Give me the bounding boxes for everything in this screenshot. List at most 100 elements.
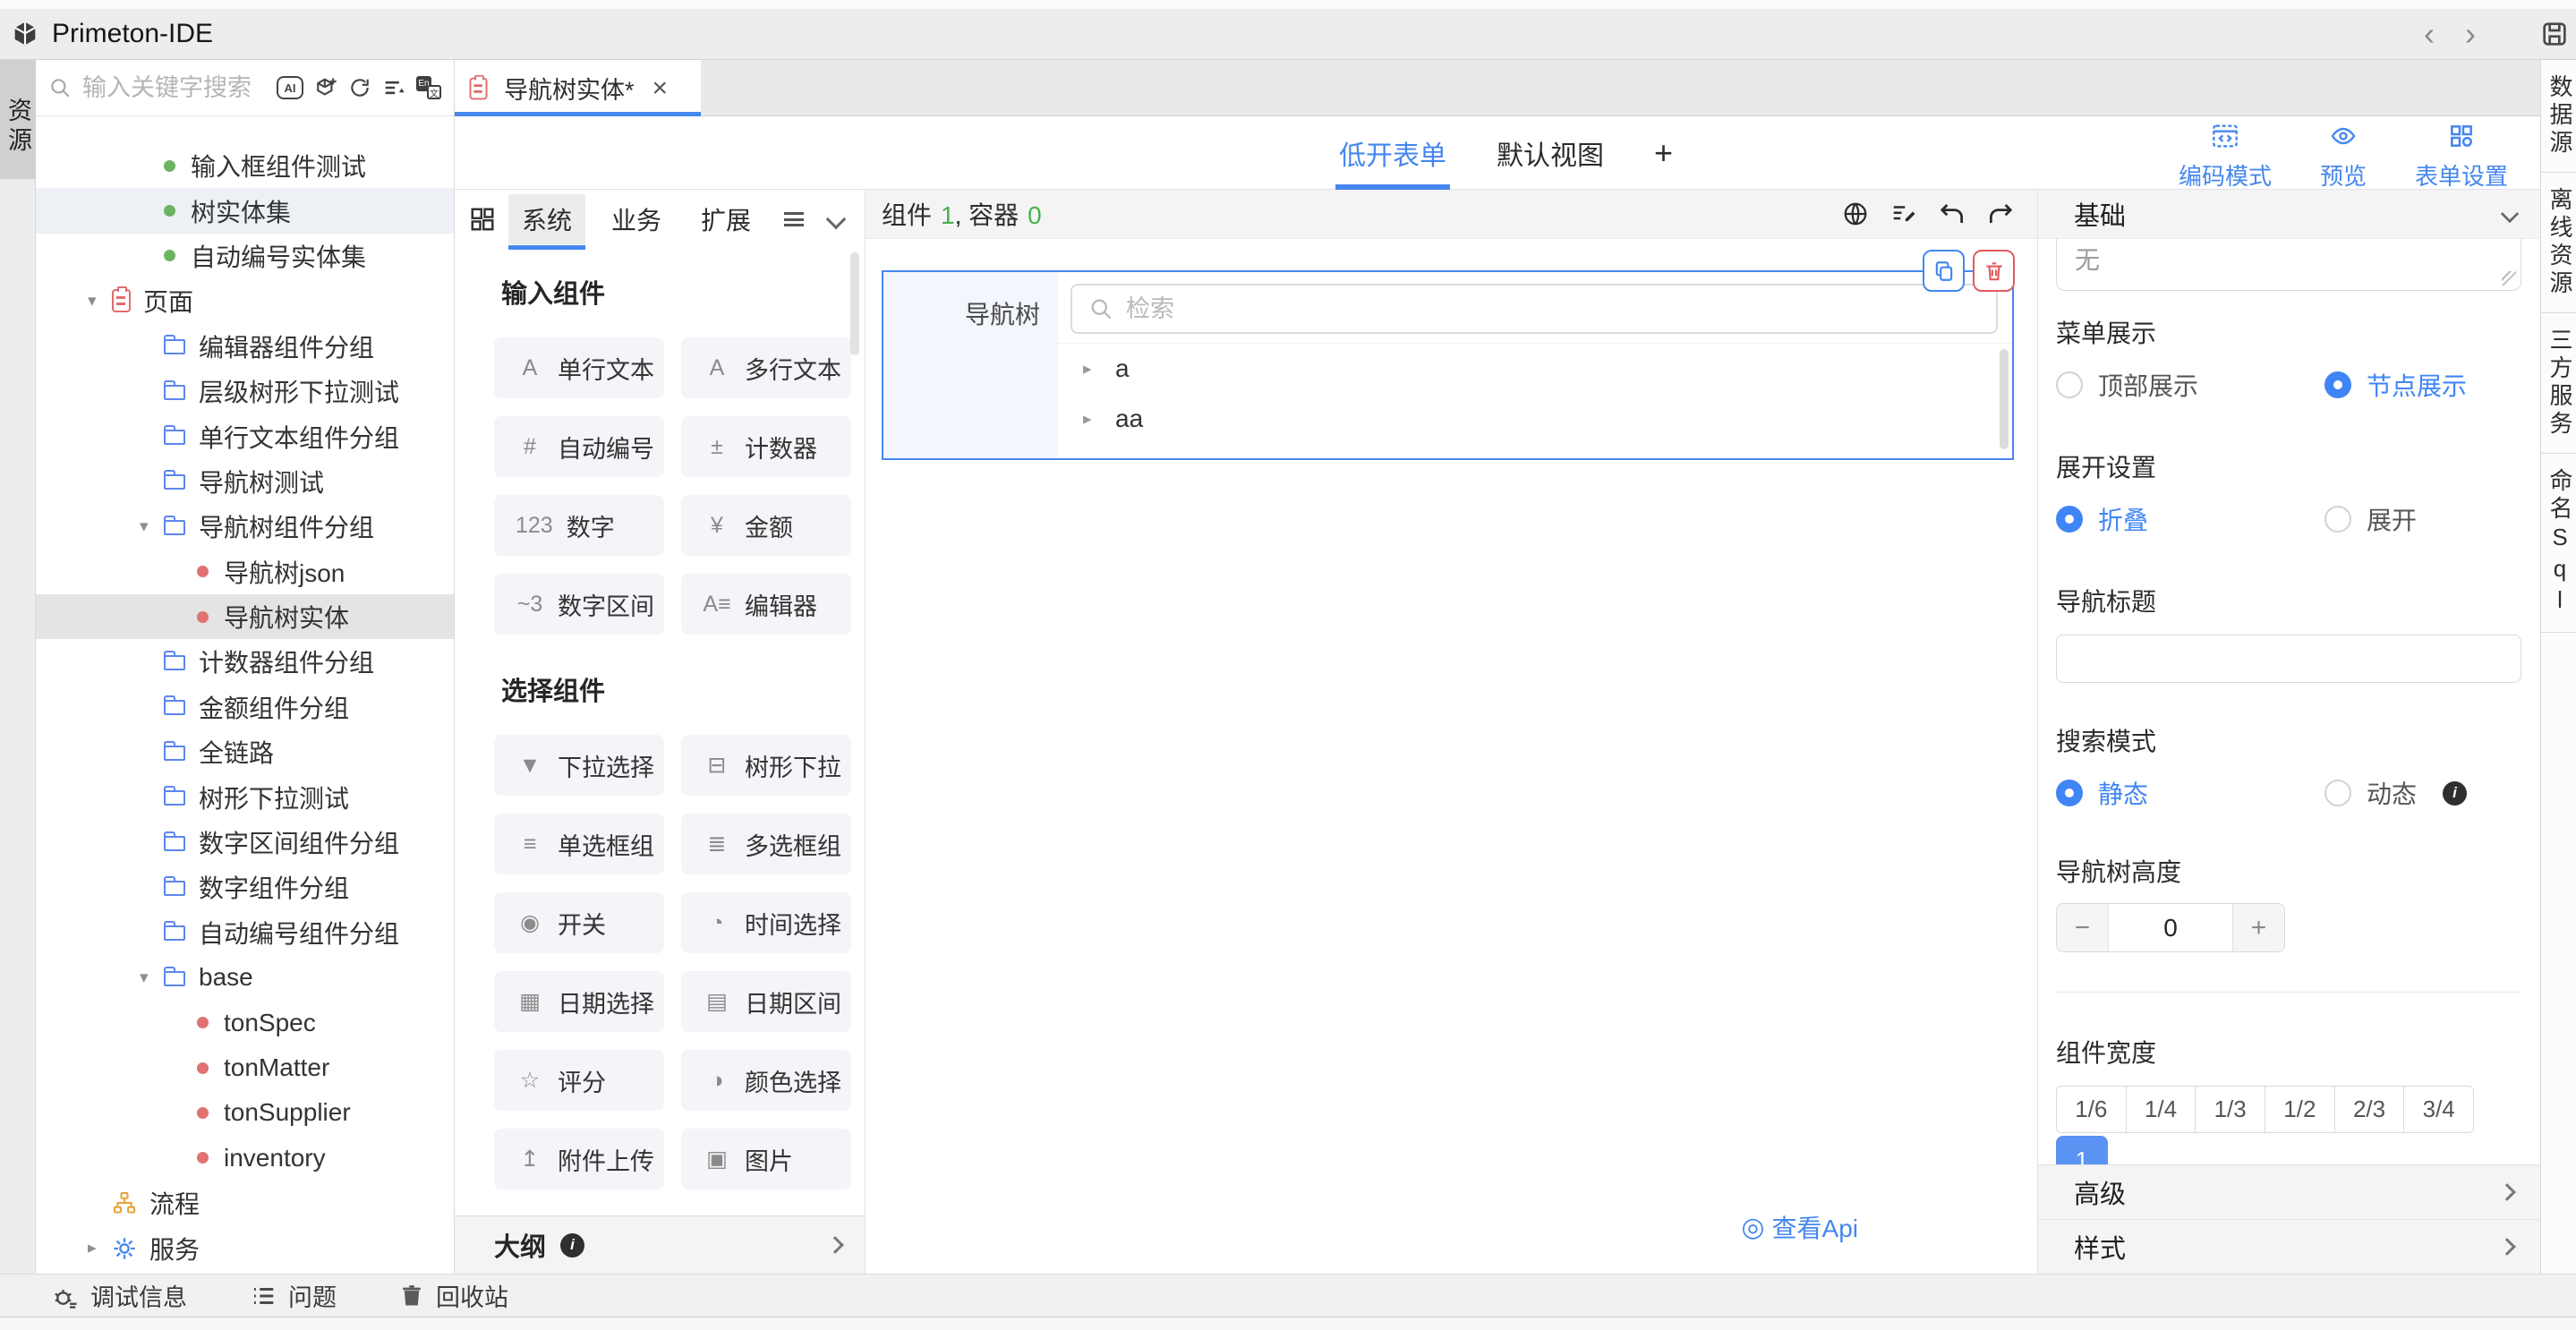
editor-tab-nav-tree-entity[interactable]: 导航树实体* ×: [455, 60, 701, 116]
palette-item-switch[interactable]: ◉开关: [494, 892, 664, 953]
component-tree-node-a[interactable]: ▸a: [1058, 344, 2012, 394]
collapse-arrow-icon[interactable]: ▾: [88, 291, 112, 311]
tree-item-数字区间组件分组[interactable]: 数字区间组件分组: [36, 820, 454, 865]
tree-item-tonSpec[interactable]: tonSpec: [36, 1000, 454, 1044]
edit-list-icon[interactable]: [1890, 200, 1917, 227]
palette-item-single-line-text[interactable]: A单行文本: [494, 337, 664, 398]
palette-item-time-picker[interactable]: ◔时间选择: [681, 892, 851, 953]
palette-item-counter[interactable]: ±计数器: [681, 416, 851, 477]
palette-item-radio-group[interactable]: ≡单选框组: [494, 814, 664, 874]
tree-item-输入框组件测试[interactable]: 输入框组件测试: [36, 143, 454, 188]
tree-item-导航树测试[interactable]: 导航树测试: [36, 459, 454, 504]
component-scrollbar[interactable]: [2000, 349, 2009, 449]
nav-tree-component-selected[interactable]: 导航树 ▸a▸aa: [882, 270, 2014, 460]
tree-item-tonSupplier[interactable]: tonSupplier: [36, 1090, 454, 1135]
globe-icon[interactable]: [1842, 200, 1869, 227]
code-mode-button[interactable]: 编码模式: [2179, 122, 2272, 192]
inspector-section-style[interactable]: 样式: [2038, 1219, 2540, 1274]
expand-arrow-icon[interactable]: ▸: [1083, 359, 1115, 379]
palette-tab-业务[interactable]: 业务: [598, 194, 675, 244]
resize-handle-icon[interactable]: [2502, 271, 2516, 286]
width-option-1-4[interactable]: 1/4: [2127, 1086, 2196, 1133]
palette-item-multi-line-text[interactable]: A多行文本: [681, 337, 851, 398]
tree-item-base[interactable]: ▾base: [36, 955, 454, 1000]
palette-item-attachment-upload[interactable]: ↥附件上传: [494, 1129, 664, 1189]
debug-button[interactable]: 调试信息: [52, 1278, 187, 1313]
tree-item-服务[interactable]: ▸服务: [36, 1225, 454, 1270]
palette-scrollbar[interactable]: [850, 252, 859, 355]
radio-icon[interactable]: [2324, 506, 2351, 533]
tree-item-导航树json[interactable]: 导航树json: [36, 550, 454, 594]
delete-component-button[interactable]: [1973, 250, 2015, 292]
palette-item-date-picker[interactable]: ▦日期选择: [494, 971, 664, 1032]
radio-option-静态[interactable]: 静态: [2056, 775, 2324, 811]
palette-item-tree-dropdown[interactable]: ⊟树形下拉: [681, 735, 851, 796]
palette-item-editor[interactable]: A≡编辑器: [681, 574, 851, 635]
tree-item-金额组件分组[interactable]: 金额组件分组: [36, 685, 454, 729]
width-option-1-3[interactable]: 1/3: [2196, 1086, 2265, 1133]
palette-item-color-picker[interactable]: ◑颜色选择: [681, 1050, 851, 1111]
add-view-tab-button[interactable]: +: [1654, 116, 1673, 190]
tree-item-自动编号实体集[interactable]: 自动编号实体集: [36, 234, 454, 278]
refresh-icon[interactable]: [348, 76, 371, 99]
palette-item-dropdown-select[interactable]: ▼下拉选择: [494, 735, 664, 796]
radio-option-节点展示[interactable]: 节点展示: [2324, 367, 2467, 403]
width-option-2-3[interactable]: 2/3: [2335, 1086, 2405, 1133]
inspector-section-basic[interactable]: 基础: [2038, 190, 2540, 239]
tree-item-树形下拉测试[interactable]: 树形下拉测试: [36, 774, 454, 819]
tree-item-导航树组件分组[interactable]: ▾导航树组件分组: [36, 504, 454, 549]
width-option-1-6[interactable]: 1/6: [2056, 1086, 2127, 1133]
stepper-minus-button[interactable]: −: [2057, 904, 2108, 951]
radio-selected-icon[interactable]: [2056, 780, 2083, 806]
tree-item-页面[interactable]: ▾页面: [36, 278, 454, 323]
right-strip-tab-三方服务[interactable]: 三方服务: [2541, 313, 2576, 454]
view-tab-低开表单[interactable]: 低开表单: [1339, 116, 1446, 190]
palette-tab-扩展[interactable]: 扩展: [687, 194, 764, 244]
radio-selected-icon[interactable]: [2056, 506, 2083, 533]
tree-item-树实体集[interactable]: 树实体集: [36, 188, 454, 233]
stepper-plus-button[interactable]: +: [2233, 904, 2284, 951]
tree-item-tonMatter[interactable]: tonMatter: [36, 1045, 454, 1090]
palette-item-rating[interactable]: ☆评分: [494, 1050, 664, 1111]
chevron-down-icon[interactable]: [826, 209, 847, 229]
resources-strip-tab[interactable]: 资源: [0, 60, 36, 179]
expand-arrow-icon[interactable]: ▸: [88, 1238, 112, 1258]
palette-tab-系统[interactable]: 系统: [508, 194, 585, 244]
scrolled-textarea[interactable]: 无: [2056, 239, 2521, 291]
sort-list-icon[interactable]: [381, 75, 406, 100]
width-option-1-2[interactable]: 1/2: [2265, 1086, 2335, 1133]
radio-option-动态[interactable]: 动态i: [2324, 775, 2467, 811]
view-tab-默认视图[interactable]: 默认视图: [1497, 116, 1604, 190]
right-strip-tab-数据源[interactable]: 数据源: [2541, 60, 2576, 173]
preview-button[interactable]: 预览: [2320, 122, 2367, 192]
recycle-button[interactable]: 回收站: [399, 1278, 508, 1313]
history-forward-button[interactable]: ›: [2458, 9, 2483, 59]
radio-selected-icon[interactable]: [2324, 371, 2351, 398]
palette-item-number[interactable]: 123数字: [494, 495, 664, 556]
nav-title-input[interactable]: [2056, 635, 2521, 683]
radio-option-折叠[interactable]: 折叠: [2056, 501, 2324, 537]
palette-item-auto-number[interactable]: #自动编号: [494, 416, 664, 477]
right-strip-tab-命名Sql[interactable]: 命名Sql: [2541, 454, 2576, 633]
ai-assistant-icon[interactable]: AI: [277, 76, 303, 99]
tree-item-单行文本组件分组[interactable]: 单行文本组件分组: [36, 413, 454, 458]
list-layout-icon[interactable]: [784, 212, 804, 226]
component-search-input[interactable]: [1124, 294, 1980, 324]
tree-item-编辑器组件分组[interactable]: 编辑器组件分组: [36, 324, 454, 369]
right-strip-tab-离线资源[interactable]: 离线资源: [2541, 173, 2576, 313]
radio-icon[interactable]: [2056, 371, 2083, 398]
palette-item-amount[interactable]: ¥金额: [681, 495, 851, 556]
history-back-button[interactable]: ‹: [2417, 9, 2442, 59]
width-option-3-4[interactable]: 3/4: [2404, 1086, 2474, 1133]
radio-icon[interactable]: [2324, 780, 2351, 806]
radio-option-顶部展示[interactable]: 顶部展示: [2056, 367, 2324, 403]
save-icon[interactable]: [2540, 20, 2569, 48]
undo-icon[interactable]: [1939, 200, 1966, 227]
new-model-icon[interactable]: [313, 75, 338, 100]
palette-item-date-range[interactable]: ▤日期区间: [681, 971, 851, 1032]
palette-item-number-range[interactable]: ~3数字区间: [494, 574, 664, 635]
component-tree-node-aa[interactable]: ▸aa: [1058, 394, 2012, 444]
expand-arrow-icon[interactable]: ▸: [1083, 409, 1115, 430]
outline-bar[interactable]: 大纲 i: [455, 1215, 865, 1274]
collapse-arrow-icon[interactable]: ▾: [140, 968, 164, 988]
